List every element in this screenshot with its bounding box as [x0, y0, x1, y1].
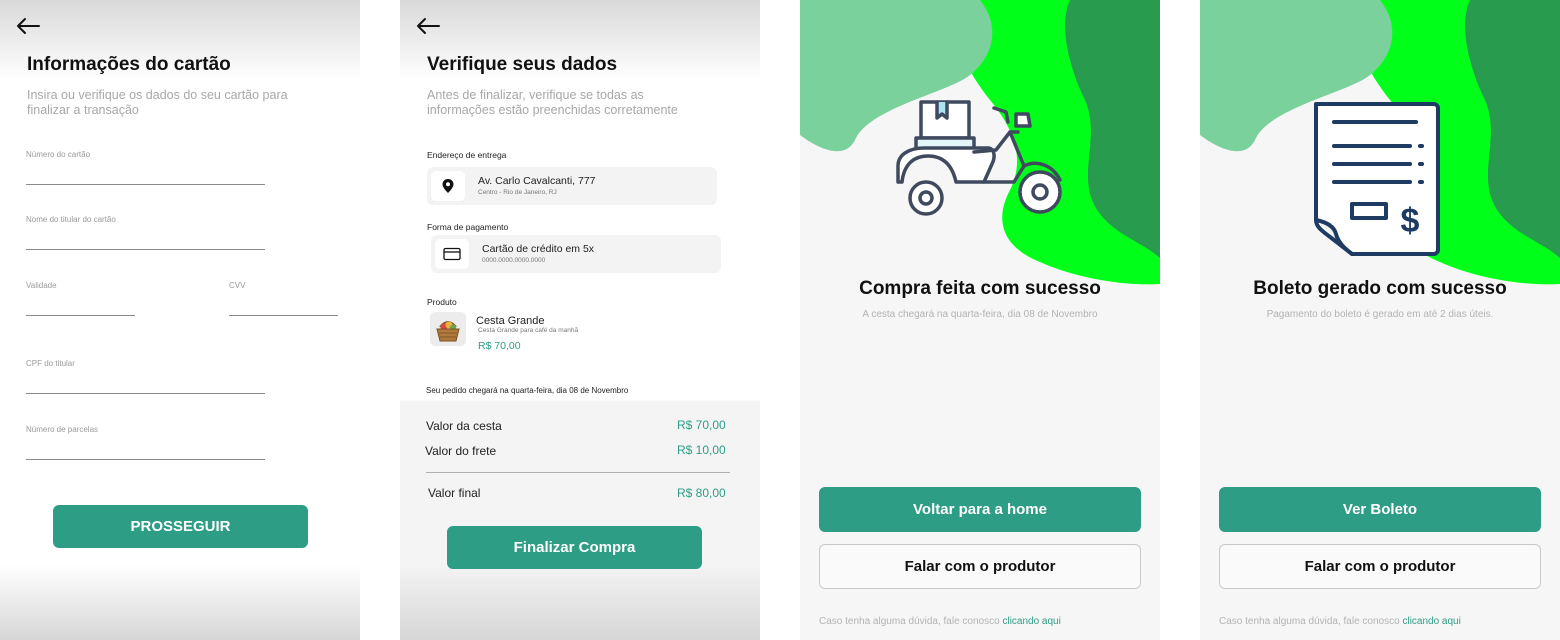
expiry-field: Validade [26, 281, 135, 316]
address-sub: Centro - Rio de Janeiro, RJ [478, 189, 557, 196]
view-boleto-button[interactable]: Ver Boleto [1219, 487, 1541, 532]
holder-name-input[interactable] [26, 228, 265, 250]
card-info-screen: Informações do cartão Insira ou verifiqu… [0, 0, 360, 640]
contact-producer-button[interactable]: Falar com o produtor [819, 544, 1141, 589]
svg-text:$: $ [1401, 202, 1420, 240]
contact-producer-button[interactable]: Falar com o produtor [1219, 544, 1541, 589]
help-footer: Caso tenha alguma dúvida, fale conosco c… [819, 616, 1061, 627]
boleto-headline: Boleto gerado com sucesso [1253, 278, 1507, 299]
delivery-scooter-icon [896, 100, 1062, 216]
arrow-left-icon[interactable] [14, 14, 42, 38]
boleto-note: Pagamento do boleto é gerado em até 2 di… [1266, 309, 1494, 320]
arrow-left-icon[interactable] [414, 14, 442, 38]
address-main: Av. Carlo Cavalcanti, 777 [478, 175, 596, 187]
summary-value-shipping: R$ 10,00 [677, 443, 726, 457]
payment-card[interactable]: Cartão de crédito em 5x 0000.0000.0000.0… [431, 235, 721, 273]
holder-cpf-label: CPF do titular [26, 359, 75, 368]
help-text: Caso tenha alguma dúvida, fale conosco [819, 616, 1000, 627]
address-card[interactable]: Av. Carlo Cavalcanti, 777 Centro - Rio d… [427, 167, 717, 205]
payment-main: Cartão de crédito em 5x [482, 243, 595, 255]
summary-label-total: Valor final [428, 486, 481, 500]
back-home-button[interactable]: Voltar para a home [819, 487, 1141, 532]
credit-card-icon [435, 239, 469, 269]
delivery-note: Seu pedido chegará na quarta-feira, dia … [426, 386, 629, 395]
summary-divider [426, 472, 730, 473]
success-note: A cesta chegará na quarta-feira, dia 08 … [862, 309, 1098, 320]
holder-cpf-field: CPF do titular [26, 359, 265, 394]
page-title: Verifique seus dados [427, 54, 618, 75]
card-number-input[interactable] [26, 163, 265, 185]
page-subtitle: Antes de finalizar, verifique se todas a… [427, 88, 678, 117]
product-name: Cesta Grande [476, 315, 545, 327]
finish-purchase-button[interactable]: Finalizar Compra [447, 526, 702, 569]
boleto-success-screen: $ Boleto gerado com sucesso Pagamento do… [1200, 0, 1560, 640]
summary-value-total: R$ 80,00 [677, 486, 726, 500]
card-number-field: Número do cartão [26, 150, 265, 185]
installments-field: Número de parcelas [26, 425, 265, 460]
address-section-label: Endereço de entrega [427, 150, 507, 160]
page-subtitle: Insira ou verifique os dados do seu cart… [27, 88, 288, 117]
cvv-label: CVV [229, 281, 246, 290]
purchase-success-screen: Compra feita com sucesso A cesta chegará… [800, 0, 1160, 640]
product-price: R$ 70,00 [478, 340, 521, 352]
installments-input[interactable] [26, 438, 265, 460]
summary-label-basket: Valor da cesta [426, 419, 502, 433]
summary-label-shipping: Valor do frete [425, 444, 497, 458]
holder-name-field: Nome do titular do cartão [26, 215, 265, 250]
proceed-button[interactable]: PROSSEGUIR [53, 505, 308, 548]
help-link[interactable]: clicando aqui [1002, 616, 1060, 627]
product-description: Cesta Grande para café da manhã [478, 327, 579, 334]
success-headline: Compra feita com sucesso [859, 278, 1101, 299]
card-number-label: Número do cartão [26, 150, 91, 159]
cvv-field: CVV [229, 281, 338, 316]
location-pin-icon [431, 171, 465, 201]
holder-name-label: Nome do titular do cartão [26, 215, 116, 224]
product-section-label: Produto [427, 297, 457, 307]
invoice-dollar-icon: $ [1314, 102, 1440, 256]
installments-label: Número de parcelas [26, 425, 99, 434]
help-text: Caso tenha alguma dúvida, fale conosco [1219, 616, 1400, 627]
basket-image [430, 312, 466, 346]
payment-sub: 0000.0000.0000.0000 [482, 257, 546, 264]
cvv-input[interactable] [229, 294, 338, 316]
page-title: Informações do cartão [27, 54, 231, 75]
expiry-input[interactable] [26, 294, 135, 316]
payment-section-label: Forma de pagamento [427, 222, 509, 232]
expiry-label: Validade [26, 281, 57, 290]
summary-value-basket: R$ 70,00 [677, 418, 726, 432]
holder-cpf-input[interactable] [26, 372, 265, 394]
verify-data-screen: Verifique seus dados Antes de finalizar,… [400, 0, 760, 640]
help-link[interactable]: clicando aqui [1402, 616, 1460, 627]
help-footer: Caso tenha alguma dúvida, fale conosco c… [1219, 616, 1461, 627]
